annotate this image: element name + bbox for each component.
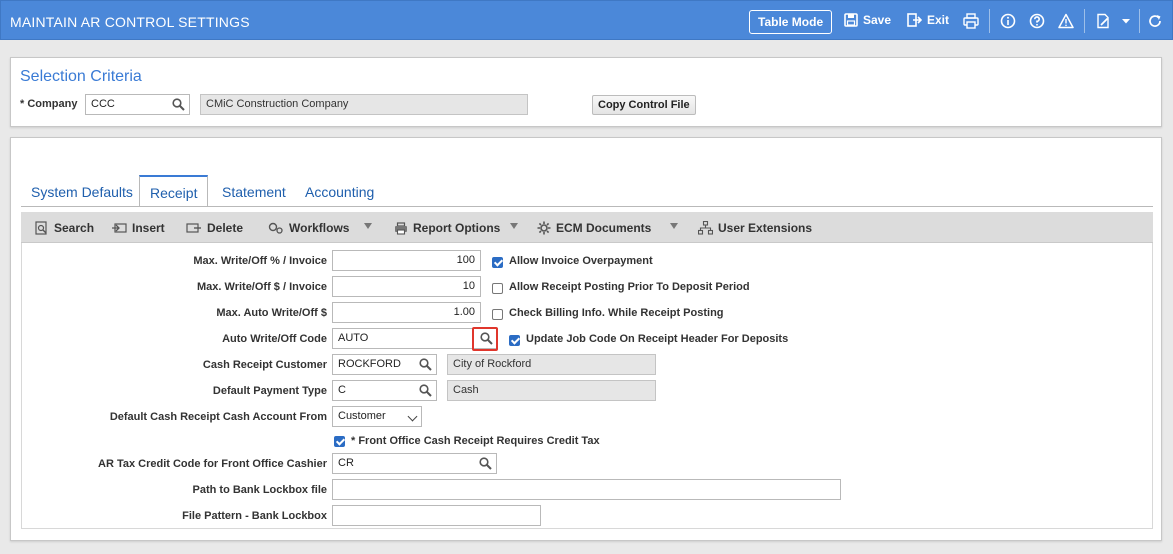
save-icon (844, 13, 858, 27)
tab-divider (21, 206, 1153, 207)
warning-icon[interactable] (1057, 12, 1075, 30)
tab-system-defaults[interactable]: System Defaults (21, 175, 143, 207)
toolbar-divider (1084, 9, 1085, 33)
help-icon[interactable] (1028, 12, 1046, 30)
required-marker: * (20, 98, 25, 110)
allow-receipt-posting-prior-label: Allow Receipt Posting Prior To Deposit P… (509, 281, 750, 293)
hierarchy-icon (698, 221, 713, 235)
ecm-documents-button[interactable]: ECM Documents (537, 221, 651, 235)
max-auto-writeoff-label: Max. Auto Write/Off $ (216, 307, 327, 319)
update-job-code-checkbox[interactable] (509, 335, 520, 346)
workflows-button[interactable]: Workflows (268, 221, 349, 235)
edit-icon[interactable] (1094, 12, 1112, 30)
lockbox-path-input[interactable] (332, 479, 841, 500)
max-auto-writeoff-input[interactable]: 1.00 (332, 302, 481, 323)
report-options-button[interactable]: Report Options (394, 221, 500, 235)
user-extensions-button[interactable]: User Extensions (698, 221, 812, 235)
insert-button[interactable]: Insert (111, 221, 165, 235)
front-office-credit-tax-checkbox[interactable] (334, 436, 345, 447)
check-billing-info-checkbox[interactable] (492, 309, 503, 320)
highlight-box (472, 327, 498, 351)
company-name-field: CMiC Construction Company (200, 94, 528, 115)
workflows-dropdown-icon[interactable] (364, 223, 372, 229)
exit-label: Exit (927, 13, 950, 27)
top-bar: MAINTAIN AR CONTROL SETTINGS Table Mode … (0, 0, 1173, 40)
print-icon[interactable] (962, 12, 980, 30)
toolbar-divider (1139, 9, 1140, 33)
lockbox-path-label: Path to Bank Lockbox file (192, 484, 327, 496)
page-title: MAINTAIN AR CONTROL SETTINGS (10, 14, 250, 30)
save-button[interactable]: Save (844, 13, 891, 27)
save-label: Save (863, 13, 892, 27)
cash-receipt-customer-name: City of Rockford (447, 354, 656, 375)
allow-invoice-overpayment-label: Allow Invoice Overpayment (509, 255, 653, 267)
cash-receipt-customer-label: Cash Receipt Customer (202, 359, 327, 371)
default-payment-type-label: Default Payment Type (212, 385, 327, 397)
selection-criteria-title: Selection Criteria (20, 68, 142, 85)
table-mode-button[interactable]: Table Mode (749, 10, 833, 34)
ecm-gear-icon (537, 221, 551, 235)
update-job-code-label: Update Job Code On Receipt Header For De… (526, 333, 789, 345)
lockbox-pattern-label: File Pattern - Bank Lockbox (182, 510, 327, 522)
search-icon[interactable] (419, 358, 432, 371)
tab-receipt[interactable]: Receipt (139, 175, 209, 207)
lockbox-pattern-input[interactable] (332, 505, 541, 526)
max-writeoff-pct-label: Max. Write/Off % / Invoice (193, 255, 327, 267)
default-payment-type-name: Cash (447, 380, 656, 401)
selection-criteria-panel: Selection Criteria * Company CCC CMiC Co… (10, 57, 1162, 127)
refresh-icon[interactable] (1146, 12, 1164, 30)
front-office-credit-tax-label: * Front Office Cash Receipt Requires Cre… (351, 435, 600, 447)
max-writeoff-amt-input[interactable]: 10 (332, 276, 481, 297)
printer-icon (395, 221, 407, 235)
ecm-dropdown-icon[interactable] (670, 223, 678, 229)
default-cash-account-select[interactable]: Customer (332, 406, 422, 427)
company-input[interactable]: CCC (85, 94, 190, 115)
exit-button[interactable]: Exit (907, 13, 949, 27)
chevron-down-icon[interactable] (1117, 12, 1135, 30)
default-cash-account-label: Default Cash Receipt Cash Account From (109, 411, 327, 423)
check-billing-info-label: Check Billing Info. While Receipt Postin… (509, 307, 724, 319)
tab-statement[interactable]: Statement (212, 175, 296, 207)
exit-icon (907, 13, 922, 27)
delete-icon (186, 223, 201, 233)
info-icon[interactable] (999, 12, 1017, 30)
allow-invoice-overpayment-checkbox[interactable] (492, 257, 503, 268)
record-toolbar: Search Insert Delete Workflows Report Op… (21, 212, 1153, 243)
delete-button[interactable]: Delete (186, 221, 243, 235)
insert-icon (112, 223, 127, 233)
auto-writeoff-code-label: Auto Write/Off Code (222, 333, 327, 345)
workflows-icon (268, 222, 283, 234)
search-icon[interactable] (419, 384, 432, 397)
max-writeoff-pct-input[interactable]: 100 (332, 250, 481, 271)
company-label: * Company (20, 98, 78, 110)
toolbar-divider (989, 9, 990, 33)
copy-control-file-button[interactable]: Copy Control File (592, 95, 696, 115)
search-icon[interactable] (479, 457, 492, 470)
chevron-down-icon (407, 411, 418, 422)
ar-tax-credit-label: AR Tax Credit Code for Front Office Cash… (98, 458, 327, 470)
report-options-dropdown-icon[interactable] (510, 223, 518, 229)
ar-tax-credit-input[interactable]: CR (332, 453, 497, 474)
allow-receipt-posting-prior-checkbox[interactable] (492, 283, 503, 294)
cash-receipt-customer-input[interactable]: ROCKFORD (332, 354, 437, 375)
max-writeoff-amt-label: Max. Write/Off $ / Invoice (197, 281, 327, 293)
search-icon[interactable] (172, 98, 185, 111)
tab-accounting[interactable]: Accounting (295, 175, 384, 207)
search-doc-icon (35, 221, 47, 235)
default-payment-type-input[interactable]: C (332, 380, 437, 401)
search-button[interactable]: Search (35, 221, 94, 235)
